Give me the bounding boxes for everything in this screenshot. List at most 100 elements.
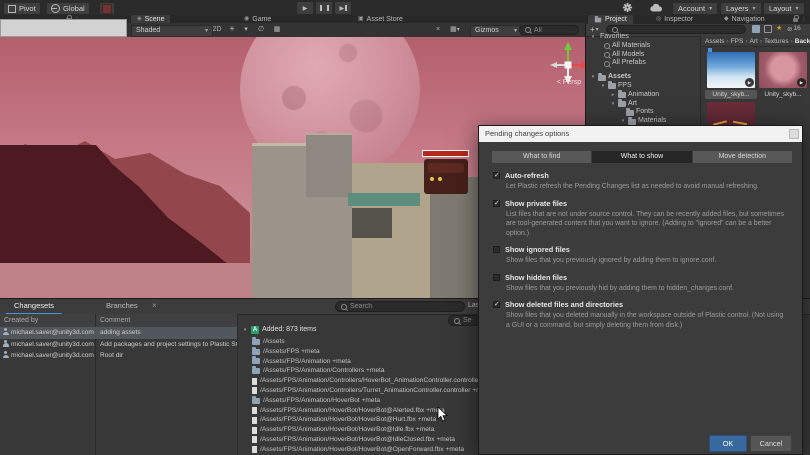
asset-label-selected[interactable]: Unity_skyb... bbox=[705, 90, 757, 99]
file-list-item[interactable]: /Assets/FPS +meta bbox=[252, 347, 320, 357]
tab-navigation[interactable]: ◆ Navigation bbox=[718, 15, 771, 24]
search-by-type-icon[interactable] bbox=[752, 25, 760, 33]
pivot-toggle-button[interactable]: Pivot bbox=[3, 2, 41, 15]
cloud-services-button[interactable] bbox=[650, 2, 663, 15]
breadcrumb-assets[interactable]: Assets bbox=[705, 38, 725, 45]
scene-lighting-toggle[interactable]: ☀ bbox=[227, 25, 237, 35]
column-header-comment[interactable]: Comment bbox=[100, 314, 130, 327]
lock-icon[interactable] bbox=[793, 18, 798, 22]
tab-changesets[interactable]: Changesets bbox=[6, 299, 62, 315]
file-list-item[interactable]: /Assets/FPS/Animation/Controllers/Turret… bbox=[252, 386, 491, 396]
file-list-item[interactable]: /Assets/FPS/Animation/HoverBot/HoverBot@… bbox=[252, 415, 436, 425]
expand-arrow-icon: ▾ bbox=[242, 325, 248, 335]
scene-audio-toggle[interactable]: ▾ bbox=[240, 25, 252, 35]
global-toggle-button[interactable]: Global bbox=[46, 2, 90, 15]
comment-cell: Add packages and project settings to Pla… bbox=[100, 339, 237, 351]
snap-tool-button[interactable] bbox=[99, 2, 115, 15]
2d-toggle[interactable]: 2D bbox=[211, 25, 223, 35]
file-list-item[interactable]: /Assets/FPS/Animation/HoverBot/HoverBot@… bbox=[252, 406, 445, 416]
dialog-tab-move-detection[interactable]: Move detection bbox=[693, 151, 792, 163]
dialog-tab-what-to-show[interactable]: What to show bbox=[592, 151, 691, 163]
breadcrumb-fps[interactable]: FPS bbox=[731, 38, 744, 45]
added-items-header[interactable]: ▾ A Added: 873 items bbox=[242, 325, 316, 335]
cancel-button[interactable]: Cancel bbox=[750, 435, 792, 452]
file-list-item[interactable]: /Assets/FPS/Animation/Controllers +meta bbox=[252, 366, 384, 376]
settings-gear-button[interactable] bbox=[622, 2, 633, 15]
file-list-item[interactable]: /Assets/FPS/Animation/Controllers/HoverB… bbox=[252, 376, 501, 386]
tree-item-favorites[interactable]: ▾ Favorites bbox=[590, 33, 700, 42]
option-show-hidden-files[interactable]: Show hidden files bbox=[493, 272, 785, 283]
checkbox[interactable] bbox=[493, 274, 500, 281]
search-by-label-icon[interactable] bbox=[764, 25, 772, 33]
asset-thumbnail-skybox-2[interactable]: ▶ bbox=[759, 52, 807, 88]
layout-dropdown[interactable]: Layout ▾ bbox=[763, 2, 805, 15]
dialog-tab-what-to-find[interactable]: What to find bbox=[492, 151, 591, 163]
grid-settings-dropdown[interactable]: ▦ bbox=[270, 25, 284, 35]
tab-inspector[interactable]: ◎ Inspector bbox=[650, 15, 699, 24]
changesets-search-input[interactable] bbox=[350, 303, 459, 310]
step-button[interactable]: ▶ bbox=[334, 1, 352, 15]
dialog-close-button[interactable] bbox=[789, 129, 799, 139]
option-show-ignored-files[interactable]: Show ignored files bbox=[493, 244, 785, 255]
file-icon bbox=[252, 378, 257, 385]
file-list-item[interactable]: /Assets/FPS/Animation/HoverBot/HoverBot@… bbox=[252, 445, 464, 455]
asset-label[interactable]: Unity_skyb... bbox=[757, 90, 809, 99]
option-show-private-files[interactable]: ✓ Show private files bbox=[493, 198, 785, 209]
table-row[interactable]: michael.saver@unity3d.com Root dir bbox=[0, 350, 237, 362]
file-path: /Assets/FPS/Animation +meta bbox=[263, 357, 351, 367]
checkbox[interactable]: ✓ bbox=[493, 200, 500, 207]
file-list-item[interactable]: /Assets/FPS/Animation/HoverBot +meta bbox=[252, 396, 380, 406]
tree-item-all-prefabs[interactable]: All Prefabs bbox=[590, 59, 700, 68]
perspective-label[interactable]: < Persp bbox=[548, 79, 585, 86]
breadcrumb-current[interactable]: Backg bbox=[795, 38, 810, 45]
tree-item-animation[interactable]: ▸ Animation bbox=[590, 91, 700, 100]
tree-item-art[interactable]: ▾ Art bbox=[590, 100, 700, 109]
hidden-count-toggle[interactable]: ⊘ 16 bbox=[787, 25, 801, 33]
scene-search-input[interactable] bbox=[534, 27, 573, 34]
breadcrumb-art[interactable]: Art bbox=[750, 38, 758, 45]
table-row[interactable]: michael.saver@unity3d.com Add packages a… bbox=[0, 339, 237, 351]
tab-project[interactable]: Project bbox=[588, 15, 633, 24]
scene-visibility-toggle[interactable]: ∅ bbox=[255, 25, 267, 35]
option-show-deleted-files[interactable]: ✓ Show deleted files and directories bbox=[493, 299, 785, 310]
file-list-item[interactable]: /Assets/FPS/Animation +meta bbox=[252, 357, 351, 367]
folder-icon bbox=[626, 110, 634, 116]
checkbox[interactable]: ✓ bbox=[493, 172, 500, 179]
close-tab-button[interactable]: × bbox=[152, 299, 157, 313]
play-overlay-icon[interactable]: ▶ bbox=[797, 78, 806, 87]
table-row[interactable]: michael.saver@unity3d.com adding assets bbox=[0, 327, 237, 339]
scene-tools-button[interactable]: × bbox=[432, 25, 444, 35]
scene-search-field[interactable] bbox=[519, 25, 579, 35]
pause-button[interactable] bbox=[315, 1, 333, 15]
account-dropdown[interactable]: Account ▾ bbox=[672, 2, 718, 15]
play-overlay-icon[interactable]: ▶ bbox=[745, 78, 754, 87]
tree-item-fps[interactable]: ▾ FPS bbox=[590, 82, 700, 91]
file-list-item[interactable]: /Assets/FPS/Animation/HoverBot/HoverBot@… bbox=[252, 435, 455, 445]
play-button[interactable]: ▶ bbox=[296, 1, 314, 15]
shading-mode-dropdown[interactable]: Shaded ▾ bbox=[131, 25, 213, 37]
panel-menu-icon[interactable]: ⋮ bbox=[801, 16, 807, 23]
column-header-created-by[interactable]: Created by bbox=[4, 314, 38, 327]
file-list-item[interactable]: /Assets bbox=[252, 337, 285, 347]
tree-item-all-materials[interactable]: All Materials bbox=[590, 42, 700, 51]
checkbox[interactable]: ✓ bbox=[493, 301, 500, 308]
gizmos-dropdown[interactable]: Gizmos ▾ bbox=[470, 25, 522, 37]
asset-thumbnail-skybox-1[interactable]: ▶ bbox=[707, 52, 755, 88]
project-search-input[interactable] bbox=[621, 26, 740, 33]
option-auto-refresh[interactable]: ✓ Auto-refresh bbox=[493, 170, 785, 181]
tree-item-fonts[interactable]: Fonts bbox=[590, 108, 700, 117]
checkbox[interactable] bbox=[493, 246, 500, 253]
favorite-star-icon[interactable]: ★ bbox=[776, 24, 782, 32]
enemy-healthbar bbox=[422, 150, 469, 157]
expand-arrow-icon: ▾ bbox=[590, 33, 596, 42]
tab-branches[interactable]: Branches bbox=[98, 299, 146, 313]
ok-button[interactable]: OK bbox=[709, 435, 747, 452]
layers-dropdown[interactable]: Layers ▾ bbox=[720, 2, 762, 15]
tree-item-assets[interactable]: ▾ Assets bbox=[590, 73, 700, 82]
tree-item-all-models[interactable]: All Models bbox=[590, 51, 700, 60]
changesets-search-field[interactable] bbox=[335, 301, 465, 312]
art-label: Art bbox=[628, 100, 637, 109]
file-list-item[interactable]: /Assets/FPS/Animation/HoverBot/HoverBot@… bbox=[252, 425, 434, 435]
breadcrumb-textures[interactable]: Textures bbox=[764, 38, 789, 45]
camera-view-dropdown[interactable]: ▦▾ bbox=[447, 25, 463, 35]
